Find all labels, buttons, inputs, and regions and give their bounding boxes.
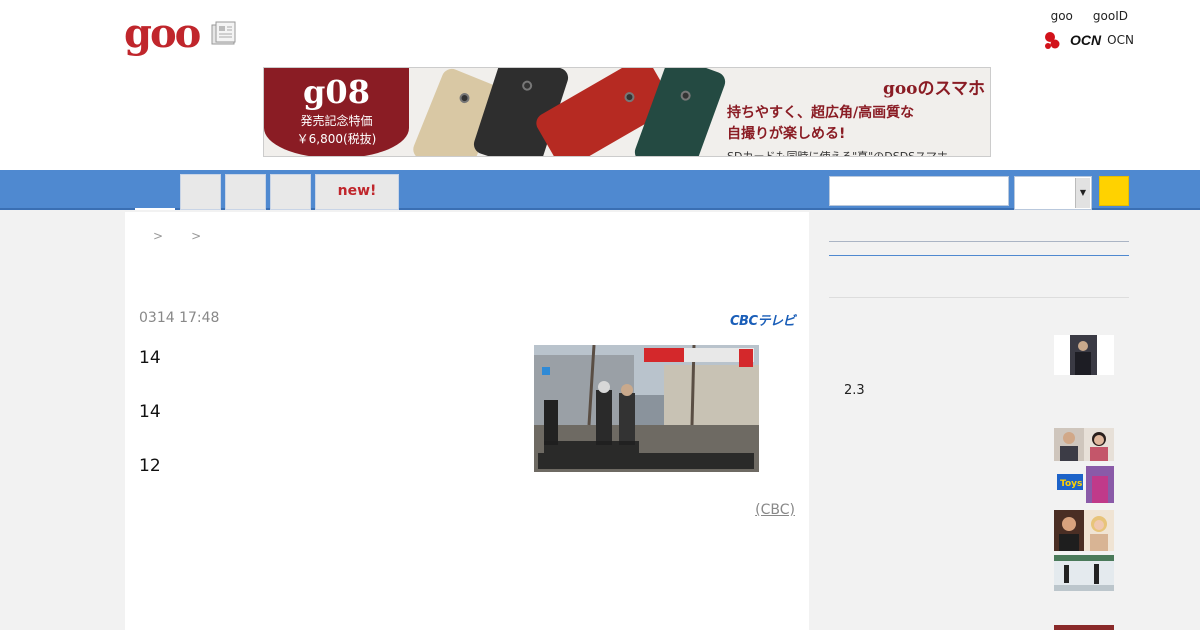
sidebar-thumb[interactable] [1054, 428, 1114, 461]
nav-tab-3[interactable] [270, 174, 311, 210]
banner-badge-line1: 発売記念特価 [300, 114, 373, 128]
ocn-logo-icon [1045, 32, 1060, 49]
banner-badge-brand: g08 [303, 73, 370, 111]
breadcrumb-separator: > [153, 229, 164, 243]
ocn-label: OCN [1107, 33, 1134, 47]
banner-text: gooのスマホ 持ちやすく、超広角/高画質な 自撮りが楽しめる! SDカードも同… [727, 74, 985, 157]
sidebar-thumb[interactable]: Toys [1054, 466, 1114, 503]
article-datetime: 0314 17:48 [139, 310, 220, 326]
sidebar-divider [829, 241, 1129, 242]
newspaper-icon[interactable] [211, 20, 237, 46]
article-paragraph: 14 [139, 402, 161, 422]
sidebar-thumb[interactable] [1054, 510, 1114, 551]
smartphone-banner-ad[interactable]: g08 発売記念特価 ￥6,800(税抜) gooのスマホ 持ちやすく、超広角/… [263, 67, 991, 157]
sidebar-value: 2.3 [844, 383, 865, 398]
gooid-link[interactable]: gooID [1093, 9, 1128, 23]
source-credit-link[interactable]: (CBC) [755, 502, 795, 518]
article-main: > > 0314 17:48 CBCテレビ 14 14 12 (CBC) [125, 212, 809, 630]
top-links: goo gooID [1051, 9, 1128, 23]
ocn-mark: OCN [1070, 32, 1102, 48]
nav-tab-1[interactable] [180, 174, 221, 210]
goo-logo[interactable]: goo [124, 12, 201, 56]
goo-link[interactable]: goo [1051, 9, 1073, 23]
chevron-down-icon[interactable]: ▼ [1075, 178, 1090, 208]
banner-brand: gooのスマホ [882, 79, 985, 99]
site-header: goo goo gooID OCN OCN g08 発売記念特価 ￥6,800(… [0, 0, 1200, 170]
search-button[interactable] [1099, 176, 1129, 206]
news-scene-image [534, 345, 759, 472]
banner-copy-line1: 持ちやすく、超広角/高画質な [727, 105, 915, 121]
sidebar-thumb[interactable] [1054, 335, 1114, 375]
article-photo[interactable] [534, 345, 759, 472]
banner-badge-line2: ￥6,800(税抜) [296, 132, 377, 146]
banner-price-badge: g08 発売記念特価 ￥6,800(税抜) [264, 68, 409, 156]
breadcrumb-separator: > [191, 229, 202, 243]
svg-text:Toys: Toys [1060, 479, 1082, 489]
sidebar-thumb[interactable] [1054, 625, 1114, 630]
ocn-link[interactable]: OCN OCN [1044, 30, 1134, 50]
nav-tab-2[interactable] [225, 174, 266, 210]
search-category-select[interactable]: ▼ [1014, 176, 1092, 210]
banner-sub: SDカードも同時に使える"真"のDSDSスマホ [727, 150, 948, 157]
sidebar-divider [829, 255, 1129, 256]
sidebar: 2.3 Toys [829, 212, 1129, 630]
nav-tab-new[interactable]: new! [315, 174, 399, 210]
search-input[interactable] [829, 176, 1009, 206]
breadcrumb: > > [153, 229, 201, 243]
article-paragraph: 12 [139, 456, 161, 476]
nav-active-indicator [135, 208, 175, 210]
article-paragraph: 14 [139, 348, 161, 368]
sidebar-thumb[interactable] [1054, 555, 1114, 591]
cbc-tv-logo[interactable]: CBCテレビ [730, 310, 796, 329]
global-nav: new! ▼ [0, 170, 1200, 210]
sidebar-divider [829, 297, 1129, 298]
banner-copy-line2: 自撮りが楽しめる! [727, 126, 846, 142]
